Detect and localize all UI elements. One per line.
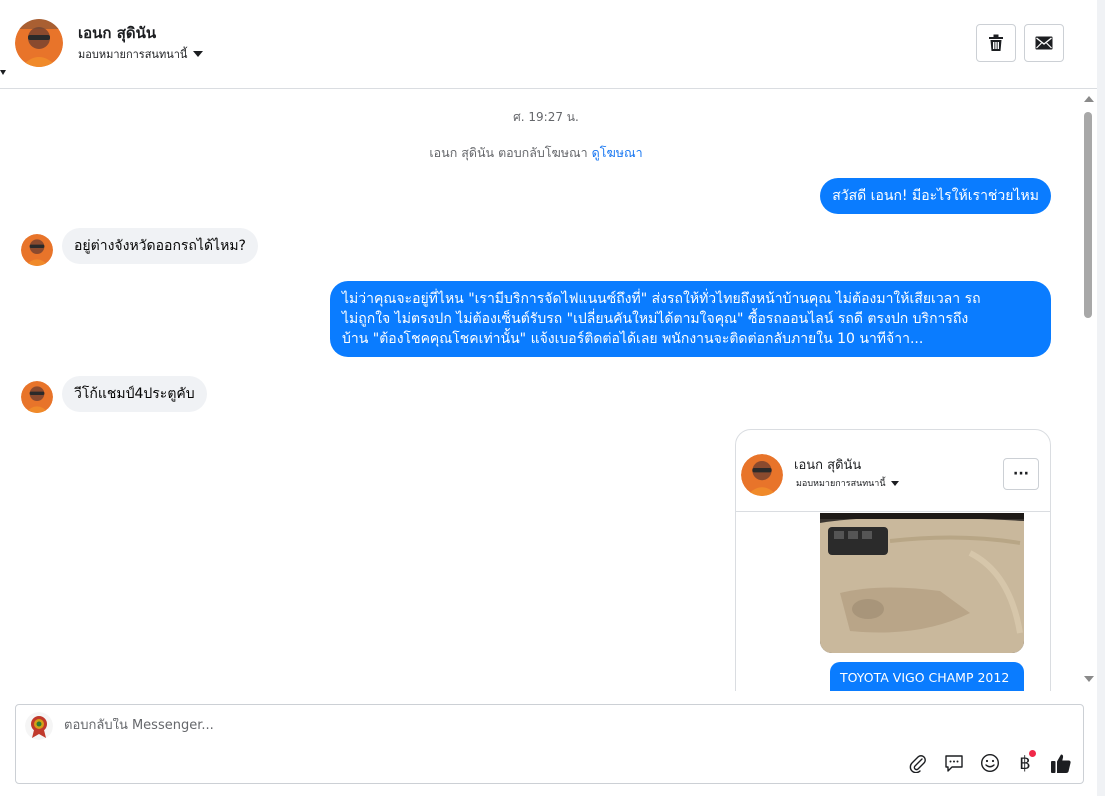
- message-thread[interactable]: ศ. 19:27 น. เอนก สุดินัน ตอบกลับโฆษณา ดู…: [0, 89, 1080, 691]
- payment-button[interactable]: ฿: [1013, 750, 1037, 775]
- message-line: บ้าน "ต้องโชคคุณโชคเท่านั้น" แจ้งเบอร์ติ…: [342, 331, 924, 347]
- emoji-button[interactable]: [978, 751, 1002, 775]
- attach-button[interactable]: [906, 751, 930, 775]
- paperclip-icon: [909, 755, 926, 773]
- message-timestamp: ศ. 19:27 น.: [513, 110, 579, 124]
- incoming-message[interactable]: อยู่ต่างจังหวัดออกรถได้ไหม?: [62, 228, 258, 264]
- saved-replies-button[interactable]: [942, 751, 966, 775]
- chevron-down-icon: [890, 480, 899, 486]
- smiley-icon: [980, 753, 1000, 773]
- outgoing-message[interactable]: ไม่ว่าคุณจะอยู่ที่ไหน "เรามีบริการจัดไฟแ…: [330, 281, 1051, 357]
- incoming-message[interactable]: วีโก้แชมป์4ประตูคับ: [62, 376, 207, 412]
- scroll-down-arrow-icon[interactable]: [1084, 676, 1094, 682]
- customer-avatar[interactable]: [21, 234, 53, 266]
- assign-conversation-dropdown[interactable]: มอบหมายการสนทนานี้: [78, 45, 204, 63]
- scroll-up-arrow-icon[interactable]: [1084, 96, 1094, 102]
- notification-dot: [1029, 750, 1036, 757]
- card-contact-name: เอนก สุดินัน: [794, 458, 862, 473]
- trash-icon: [989, 34, 1003, 51]
- message-line: ไม่ถูกใจ ไม่ตรงปก ไม่ต้องเซ็นต์รับรถ "เป…: [342, 311, 969, 327]
- customer-avatar[interactable]: [21, 381, 53, 413]
- chevron-down-icon: [193, 51, 204, 57]
- window-edge: [1097, 0, 1105, 796]
- car-door-photo[interactable]: [820, 513, 1024, 653]
- ad-reply-text: เอนก สุดินัน ตอบกลับโฆษณา: [429, 145, 588, 160]
- contact-avatar[interactable]: [15, 19, 63, 67]
- card-header: เอนก สุดินัน มอบหมายการสนทนานี้ ···: [736, 430, 1050, 512]
- outgoing-message[interactable]: สวัสดี เอนก! มีอะไรให้เราช่วยไหม: [820, 178, 1051, 214]
- message-line: ไม่ว่าคุณจะอยู่ที่ไหน "เรามีบริการจัดไฟแ…: [342, 291, 981, 307]
- speech-bubble-icon: [945, 755, 963, 772]
- shared-post-card[interactable]: เอนก สุดินัน มอบหมายการสนทนานี้ ··· TOYO…: [735, 429, 1051, 691]
- corner-caret-icon: [0, 70, 6, 75]
- messenger-inbox: เอนก สุดินัน มอบหมายการสนทนานี้ ศ. 19:27…: [0, 0, 1105, 796]
- page-avatar: [25, 712, 53, 740]
- contact-name[interactable]: เอนก สุดินัน: [78, 21, 156, 45]
- card-assign-dropdown[interactable]: มอบหมายการสนทนานี้: [796, 476, 899, 490]
- scroll-thumb[interactable]: [1084, 112, 1092, 318]
- thumbs-up-icon: [1051, 754, 1071, 773]
- photo-caption: TOYOTA VIGO CHAMP 2012: [830, 662, 1024, 691]
- delete-button[interactable]: [976, 24, 1016, 62]
- email-button[interactable]: [1024, 24, 1064, 62]
- envelope-icon: [1035, 36, 1053, 50]
- conversation-header: เอนก สุดินัน มอบหมายการสนทนานี้: [0, 0, 1105, 89]
- thread-scrollbar[interactable]: [1080, 89, 1097, 691]
- more-options-button[interactable]: ···: [1003, 458, 1039, 490]
- assign-label: มอบหมายการสนทนานี้: [78, 48, 188, 61]
- card-assign-label: มอบหมายการสนทนานี้: [796, 479, 886, 489]
- ad-reply-notice: เอนก สุดินัน ตอบกลับโฆษณา ดูโฆษณา: [0, 143, 1072, 163]
- reply-composer: ฿: [15, 704, 1084, 784]
- view-ad-link[interactable]: ดูโฆษณา: [592, 145, 643, 160]
- card-avatar: [741, 454, 783, 496]
- like-button[interactable]: [1049, 751, 1073, 775]
- reply-input[interactable]: [64, 718, 864, 733]
